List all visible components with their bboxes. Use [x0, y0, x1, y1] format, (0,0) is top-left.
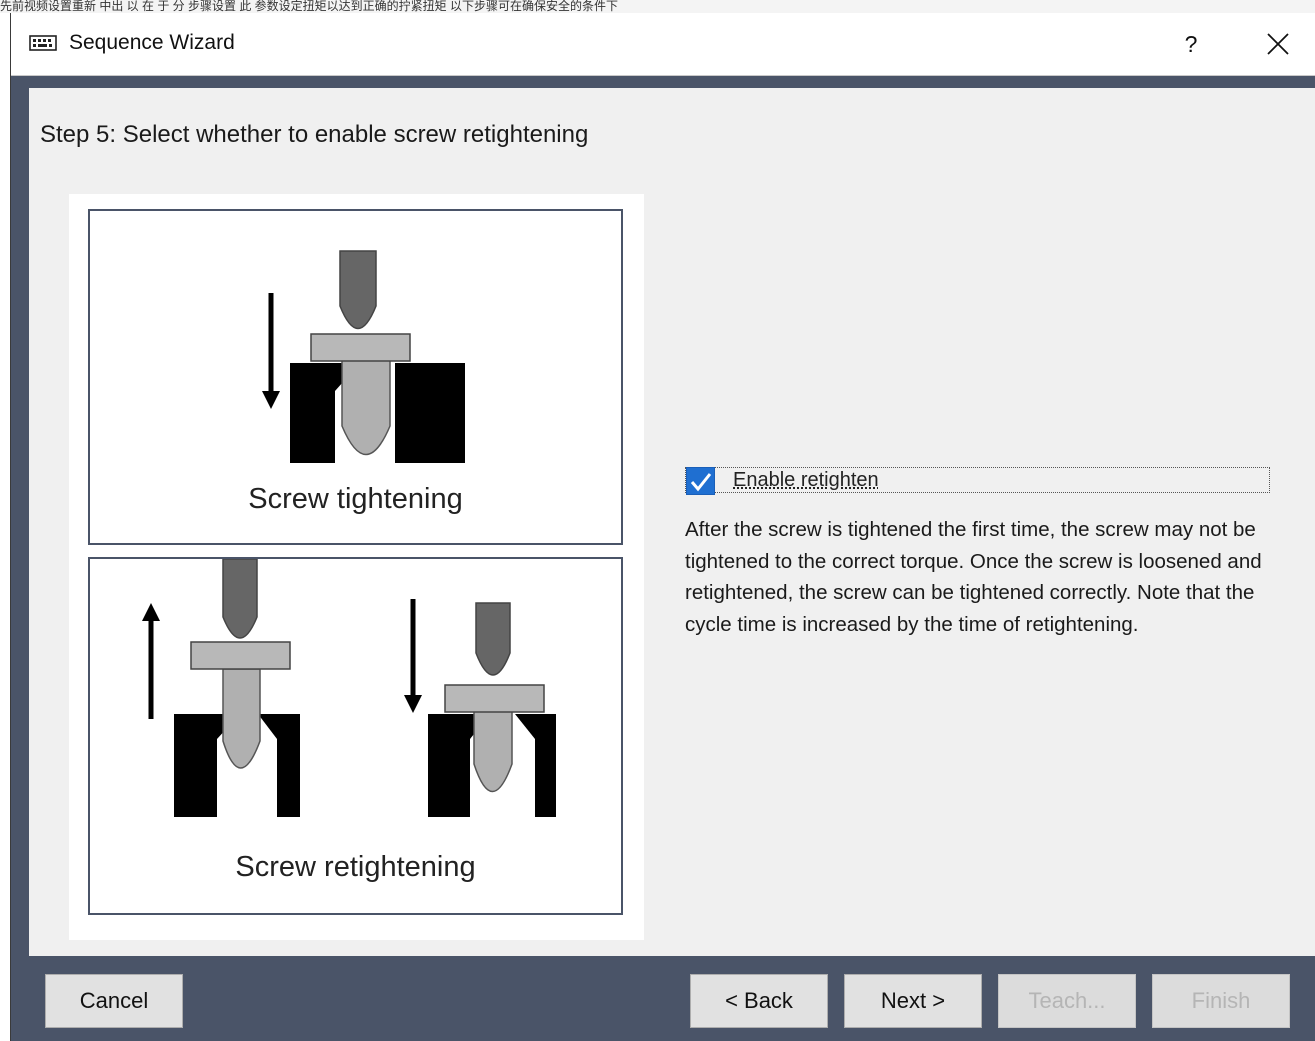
screw-tightening-caption: Screw tightening [248, 483, 463, 515]
keyboard-icon [29, 35, 57, 51]
window-title: Sequence Wizard [69, 31, 235, 54]
enable-retighten-checkbox[interactable] [686, 467, 715, 495]
illustration-panel: Screw tightening Screw retightening [69, 194, 644, 940]
background-window-strip: 先前视频设置重新 中出 以 在 于 分 步骤设置 此 参数设定扭矩以达到正确的拧… [0, 0, 1315, 13]
wizard-content: Step 5: Select whether to enable screw r… [29, 88, 1315, 956]
close-icon [1267, 33, 1289, 55]
screw-tightening-illustration: Screw tightening [88, 209, 623, 545]
close-button[interactable] [1255, 23, 1299, 65]
enable-retighten-label[interactable]: Enable retighten [733, 469, 879, 492]
screw-retightening-caption: Screw retightening [235, 851, 476, 883]
help-button[interactable]: ? [1169, 23, 1213, 65]
retighten-description: After the screw is tightened the first t… [685, 518, 1262, 636]
back-button[interactable]: < Back [690, 974, 828, 1028]
screw-retightening-illustration: Screw retightening [88, 557, 623, 915]
title-bar: Sequence Wizard ? [11, 13, 1315, 76]
next-button[interactable]: Next > [844, 974, 982, 1028]
teach-button[interactable]: Teach... [998, 974, 1136, 1028]
checkmark-icon [690, 473, 712, 492]
enable-retighten-option[interactable]: Enable retighten [685, 467, 1270, 495]
cancel-button[interactable]: Cancel [45, 974, 183, 1028]
finish-button[interactable]: Finish [1152, 974, 1290, 1028]
step-title: Step 5: Select whether to enable screw r… [40, 121, 589, 148]
sequence-wizard-dialog: Sequence Wizard ? Step 5: Select whether… [10, 13, 1315, 1041]
